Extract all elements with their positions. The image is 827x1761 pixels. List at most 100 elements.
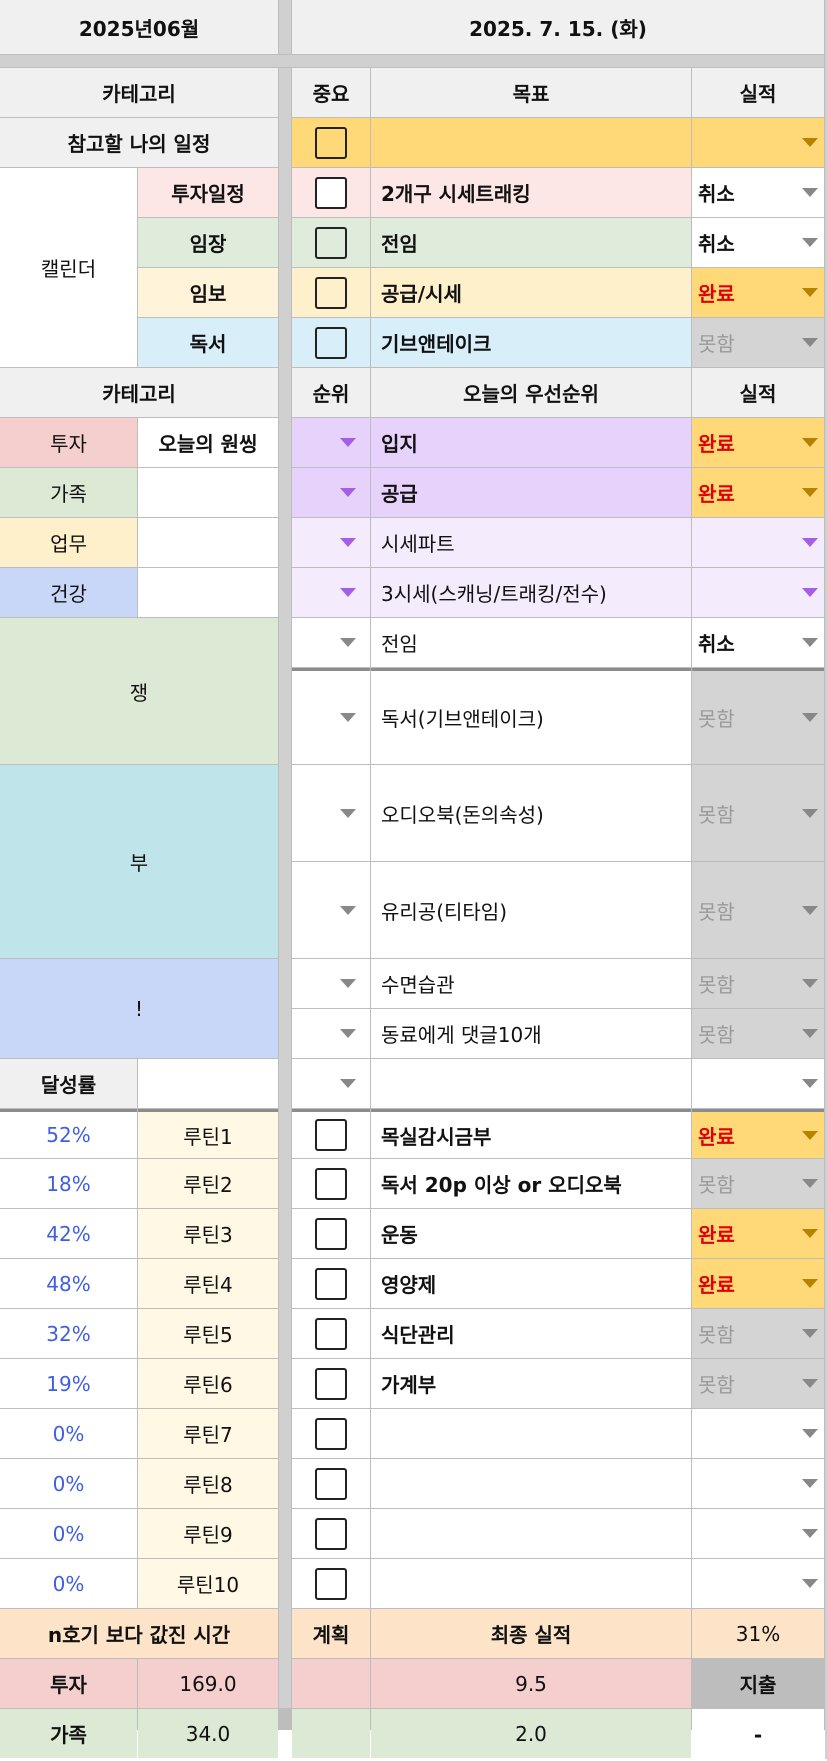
routine-result-dropdown[interactable]: 못함: [692, 1309, 824, 1358]
routine-result-dropdown[interactable]: 완료: [692, 1209, 824, 1258]
routine-item[interactable]: [371, 1559, 691, 1608]
dropdown-arrow-icon[interactable]: [802, 1429, 818, 1438]
priority-item[interactable]: 입지: [371, 418, 691, 467]
rank-dropdown[interactable]: [292, 668, 370, 764]
priority-result-dropdown[interactable]: 못함: [692, 862, 824, 958]
dropdown-arrow-icon[interactable]: [340, 588, 356, 597]
routine-result-dropdown[interactable]: [692, 1559, 824, 1608]
priority-item[interactable]: [371, 1059, 691, 1108]
dropdown-arrow-icon[interactable]: [802, 1029, 818, 1038]
dropdown-arrow-icon[interactable]: [802, 1229, 818, 1238]
goal-item[interactable]: [371, 118, 691, 167]
priority-result-dropdown[interactable]: 못함: [692, 765, 824, 861]
routine-check-cell[interactable]: [292, 1109, 370, 1158]
goal-importance-cell[interactable]: [292, 168, 370, 217]
dropdown-arrow-icon[interactable]: [340, 538, 356, 547]
dropdown-arrow-icon[interactable]: [802, 538, 818, 547]
dropdown-arrow-icon[interactable]: [802, 488, 818, 497]
rank-dropdown[interactable]: [292, 959, 370, 1008]
dropdown-arrow-icon[interactable]: [802, 808, 818, 818]
routine-check-cell[interactable]: [292, 1209, 370, 1258]
checkbox[interactable]: [315, 226, 347, 259]
dropdown-arrow-icon[interactable]: [802, 1279, 818, 1288]
routine-check-cell[interactable]: [292, 1159, 370, 1208]
routine-check-cell[interactable]: [292, 1309, 370, 1358]
priority-result-dropdown[interactable]: 못함: [692, 959, 824, 1008]
dropdown-arrow-icon[interactable]: [802, 1179, 818, 1188]
rank-dropdown[interactable]: [292, 518, 370, 567]
goal-importance-cell[interactable]: [292, 318, 370, 367]
dropdown-arrow-icon[interactable]: [802, 1329, 818, 1338]
priority-result-dropdown[interactable]: [692, 1059, 824, 1108]
dropdown-arrow-icon[interactable]: [802, 1130, 818, 1140]
priority-item[interactable]: 독서(기브앤테이크): [371, 668, 691, 764]
routine-item[interactable]: [371, 1509, 691, 1558]
dropdown-arrow-icon[interactable]: [802, 188, 818, 197]
priority-result-dropdown[interactable]: 완료: [692, 418, 824, 467]
routine-item[interactable]: 목실감시금부: [371, 1109, 691, 1158]
routine-result-dropdown[interactable]: 완료: [692, 1109, 824, 1158]
dropdown-arrow-icon[interactable]: [802, 713, 818, 722]
dropdown-arrow-icon[interactable]: [802, 905, 818, 915]
checkbox[interactable]: [315, 326, 347, 359]
dropdown-arrow-icon[interactable]: [340, 488, 356, 497]
rank-dropdown[interactable]: [292, 418, 370, 467]
routine-item[interactable]: 가계부: [371, 1359, 691, 1408]
priority-result-dropdown[interactable]: 못함: [692, 668, 824, 764]
priority-item[interactable]: 오디오북(돈의속성): [371, 765, 691, 861]
routine-item[interactable]: 독서 20p 이상 or 오디오북: [371, 1159, 691, 1208]
routine-item[interactable]: [371, 1459, 691, 1508]
dropdown-arrow-icon[interactable]: [802, 438, 818, 447]
dropdown-arrow-icon[interactable]: [340, 638, 356, 647]
routine-check-cell[interactable]: [292, 1459, 370, 1508]
dropdown-arrow-icon[interactable]: [802, 1579, 818, 1588]
dropdown-arrow-icon[interactable]: [802, 338, 818, 347]
rank-dropdown[interactable]: [292, 862, 370, 958]
routine-item[interactable]: [371, 1409, 691, 1458]
routine-item[interactable]: 운동: [371, 1209, 691, 1258]
routine-result-dropdown[interactable]: [692, 1509, 824, 1558]
rank-dropdown[interactable]: [292, 568, 370, 617]
priority-result-dropdown[interactable]: 못함: [692, 1009, 824, 1058]
rank-dropdown[interactable]: [292, 618, 370, 667]
priority-item[interactable]: 3시세(스캐닝/트래킹/전수): [371, 568, 691, 617]
goal-item[interactable]: 2개구 시세트래킹: [371, 168, 691, 217]
routine-item[interactable]: 영양제: [371, 1259, 691, 1308]
dropdown-arrow-icon[interactable]: [802, 138, 818, 147]
checkbox[interactable]: [315, 176, 347, 209]
routine-check-cell[interactable]: [292, 1259, 370, 1308]
checkbox[interactable]: [315, 1267, 347, 1300]
dropdown-arrow-icon[interactable]: [802, 1479, 818, 1488]
goal-result-dropdown[interactable]: 취소: [692, 168, 824, 217]
dropdown-arrow-icon[interactable]: [340, 1079, 356, 1088]
goal-importance-cell[interactable]: [292, 218, 370, 267]
routine-check-cell[interactable]: [292, 1509, 370, 1558]
dropdown-arrow-icon[interactable]: [802, 1079, 818, 1088]
goal-item[interactable]: 공급/시세: [371, 268, 691, 317]
dropdown-arrow-icon[interactable]: [340, 438, 356, 447]
dropdown-arrow-icon[interactable]: [802, 638, 818, 647]
dropdown-arrow-icon[interactable]: [340, 713, 356, 722]
priority-item[interactable]: 동료에게 댓글10개: [371, 1009, 691, 1058]
dropdown-arrow-icon[interactable]: [802, 979, 818, 988]
checkbox[interactable]: [315, 1217, 347, 1250]
checkbox[interactable]: [315, 276, 347, 309]
priority-result-dropdown[interactable]: [692, 568, 824, 617]
routine-check-cell[interactable]: [292, 1559, 370, 1608]
checkbox[interactable]: [315, 1517, 347, 1550]
dropdown-arrow-icon[interactable]: [802, 1529, 818, 1538]
checkbox[interactable]: [315, 1417, 347, 1450]
dropdown-arrow-icon[interactable]: [340, 905, 356, 915]
dropdown-arrow-icon[interactable]: [340, 979, 356, 988]
time-plan[interactable]: [292, 1659, 370, 1708]
dropdown-arrow-icon[interactable]: [802, 588, 818, 597]
routine-check-cell[interactable]: [292, 1409, 370, 1458]
checkbox[interactable]: [315, 1167, 347, 1200]
rank-dropdown[interactable]: [292, 1059, 370, 1108]
routine-result-dropdown[interactable]: [692, 1409, 824, 1458]
checkbox[interactable]: [315, 1317, 347, 1350]
priority-item[interactable]: 수면습관: [371, 959, 691, 1008]
priority-item[interactable]: 전임: [371, 618, 691, 667]
checkbox[interactable]: [315, 1367, 347, 1400]
priority-result-dropdown[interactable]: [692, 518, 824, 567]
